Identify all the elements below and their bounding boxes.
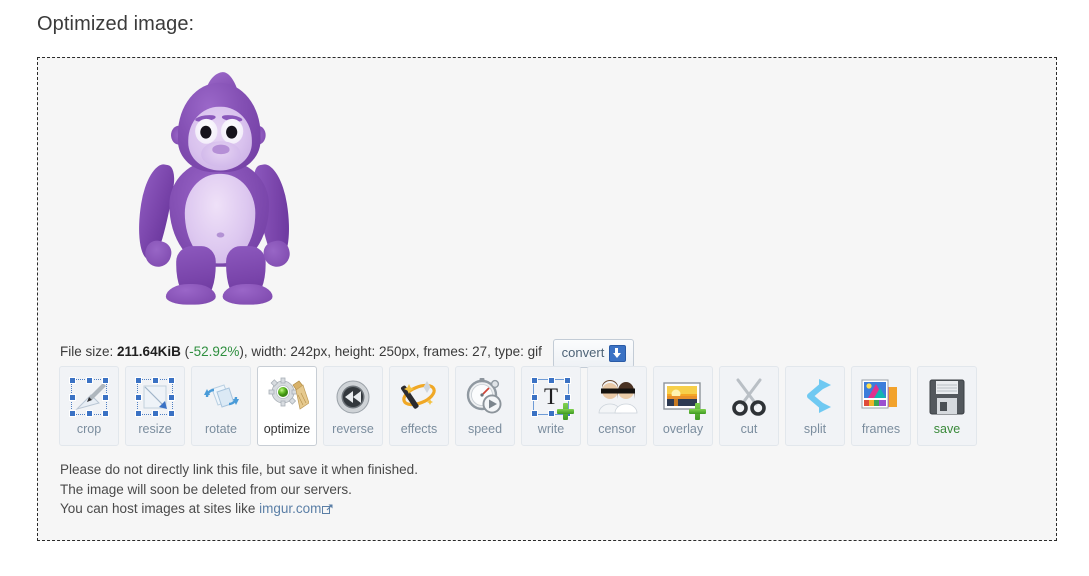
tool-write-label: write [537, 422, 565, 436]
tool-crop-label: crop [76, 422, 102, 436]
external-link-icon [322, 501, 333, 514]
tool-overlay-label: overlay [662, 422, 704, 436]
split-icon [793, 375, 837, 419]
preview-area [38, 58, 1056, 326]
speed-icon [463, 375, 507, 419]
tool-cut[interactable]: cut [719, 366, 779, 446]
file-size-label: File size: [60, 344, 114, 360]
download-icon [609, 344, 627, 362]
frames-icon [859, 375, 903, 419]
rotate-icon [199, 375, 243, 419]
imgur-link-text: imgur.com [259, 501, 322, 516]
tool-rotate-label: rotate [205, 422, 237, 436]
frame-count: frames: 27, [423, 344, 491, 360]
tool-write[interactable]: T write [521, 366, 581, 446]
tool-rotate[interactable]: rotate [191, 366, 251, 446]
tool-optimize[interactable]: optimize [257, 366, 317, 446]
optimized-image-page: Optimized image: File size: 211.64KiB (-… [0, 0, 1089, 576]
tool-speed-label: speed [467, 422, 503, 436]
note-line-1: Please do not directly link this file, b… [60, 462, 418, 477]
censor-icon [595, 375, 639, 419]
tool-resize-label: resize [138, 422, 172, 436]
optimized-image-preview [116, 70, 324, 305]
tool-censor[interactable]: censor [587, 366, 647, 446]
footer-notes: Please do not directly link this file, b… [60, 460, 418, 519]
plus-badge [689, 403, 706, 420]
tool-split-label: split [803, 422, 827, 436]
tool-speed[interactable]: speed [455, 366, 515, 446]
tool-reverse-label: reverse [332, 422, 374, 436]
image-type: type: gif [494, 344, 542, 360]
resize-icon [133, 375, 177, 419]
convert-button[interactable]: convert [552, 339, 635, 368]
tool-cut-label: cut [740, 422, 758, 436]
write-icon: T [529, 375, 574, 420]
tool-effects[interactable]: effects [389, 366, 449, 446]
tool-reverse[interactable]: reverse [323, 366, 383, 446]
effects-icon [397, 375, 441, 419]
note-line-3: You can host images at sites like imgur.… [60, 499, 418, 519]
tool-optimize-label: optimize [263, 422, 311, 436]
file-size-delta: -52.92% [189, 344, 240, 360]
image-width: width: 242px, [251, 344, 331, 360]
plus-badge [557, 403, 574, 420]
tool-frames[interactable]: frames [851, 366, 911, 446]
optimize-icon [265, 375, 309, 419]
scissors-icon [727, 375, 771, 419]
file-info-line: File size: 211.64KiB (-52.92%), width: 2… [60, 338, 635, 368]
percent-close: ), [239, 344, 248, 360]
tool-resize[interactable]: resize [125, 366, 185, 446]
image-height: height: 250px, [334, 344, 420, 360]
tool-overlay[interactable]: overlay [653, 366, 713, 446]
tool-save[interactable]: save [917, 366, 977, 446]
imgur-link[interactable]: imgur.com [259, 501, 321, 516]
editor-toolbar: crop resize rotate optimize reverse effe… [59, 366, 977, 446]
tool-split[interactable]: split [785, 366, 845, 446]
page-title: Optimized image: [37, 13, 195, 35]
overlay-icon [661, 375, 706, 420]
crop-icon [67, 375, 111, 419]
note-line-2: The image will soon be deleted from our … [60, 481, 352, 497]
tool-crop[interactable]: crop [59, 366, 119, 446]
reverse-icon [331, 375, 375, 419]
tool-frames-label: frames [861, 422, 901, 436]
floppy-icon [925, 375, 969, 419]
convert-button-label: convert [561, 345, 605, 360]
note-line-3-prefix: You can host images at sites like [60, 501, 260, 516]
result-panel: File size: 211.64KiB (-52.92%), width: 2… [37, 57, 1057, 541]
file-size-value: 211.64KiB [117, 344, 181, 360]
tool-save-label: save [933, 422, 961, 436]
tool-effects-label: effects [400, 422, 438, 436]
tool-censor-label: censor [598, 422, 636, 436]
